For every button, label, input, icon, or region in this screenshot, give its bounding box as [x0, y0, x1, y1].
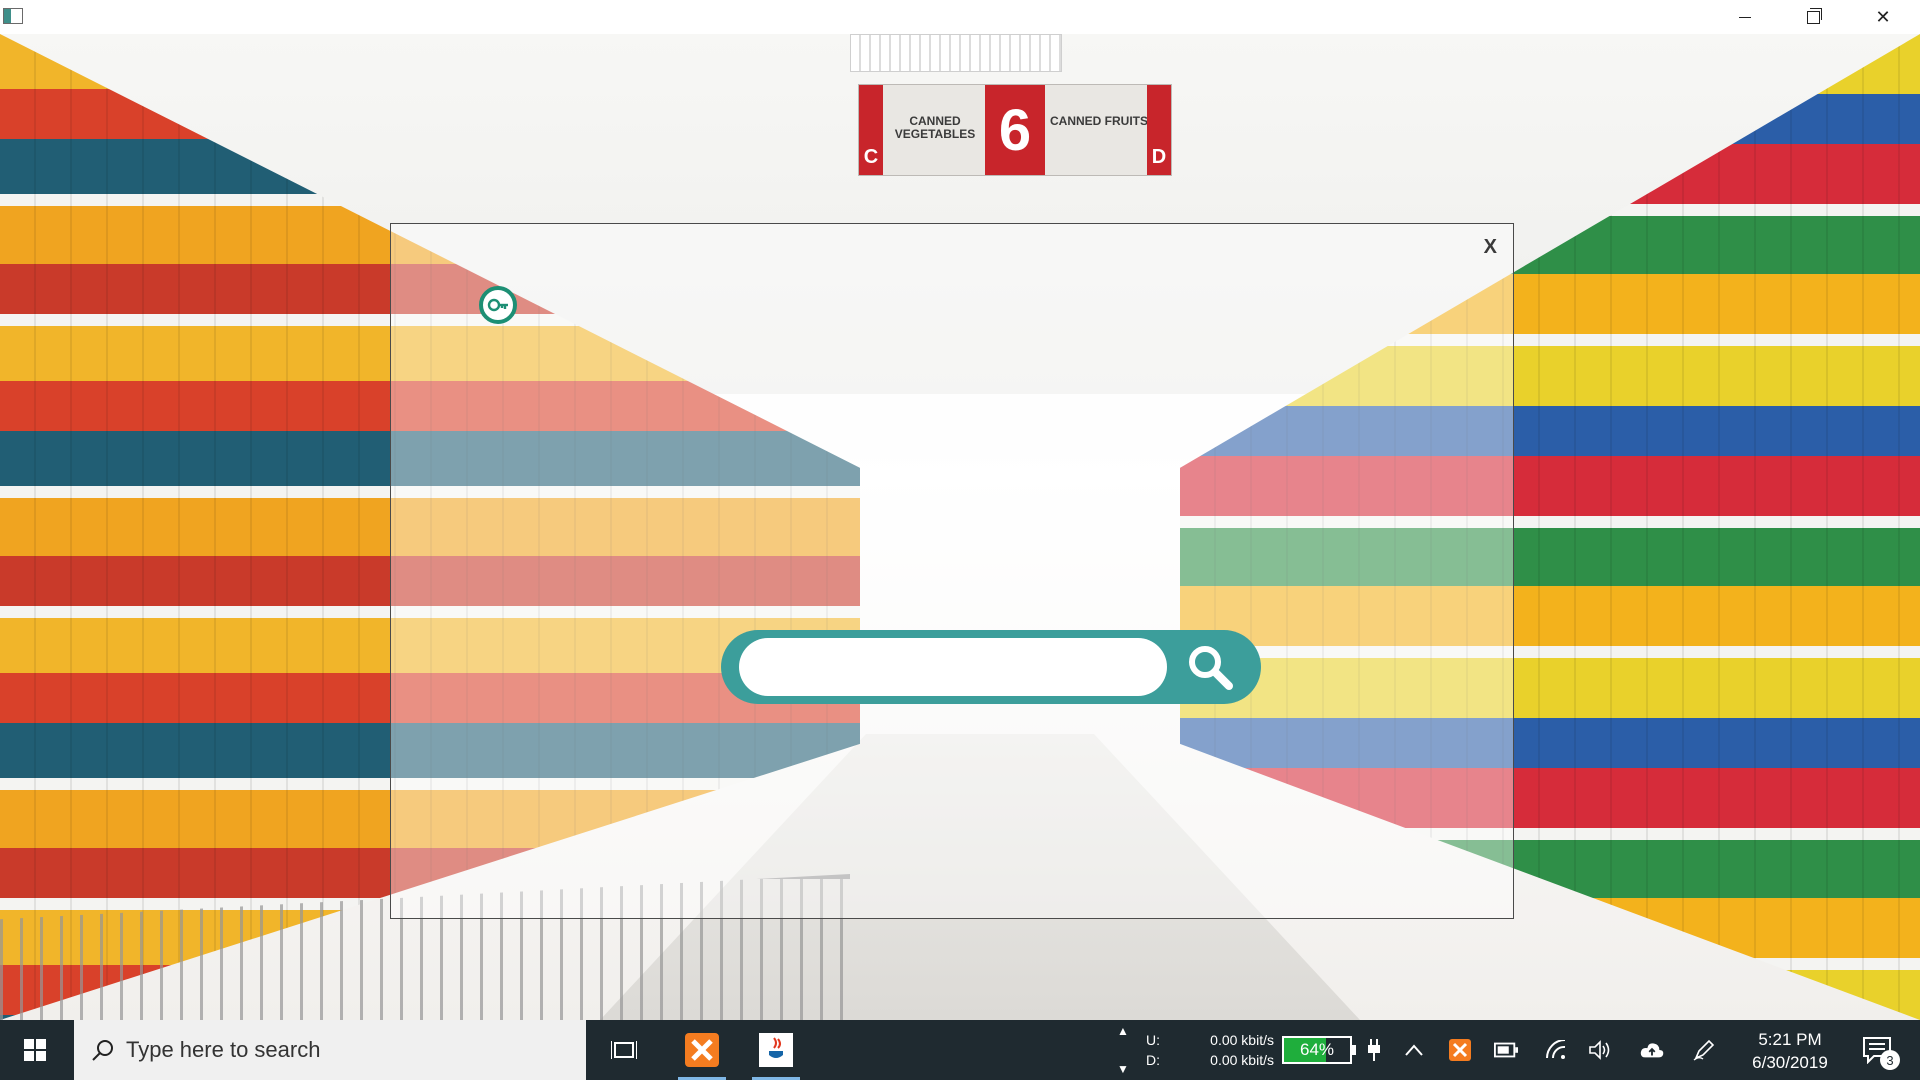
dialog-close-button[interactable]: X	[1484, 236, 1497, 259]
java-icon	[759, 1033, 793, 1067]
chevron-up-icon: ▲	[1117, 1024, 1129, 1038]
search-icon	[92, 1040, 113, 1061]
battery-tray-button[interactable]	[1494, 1038, 1518, 1062]
task-view-icon	[611, 1041, 637, 1059]
windows-ink-button[interactable]	[1692, 1038, 1716, 1062]
battery-meter: 64%	[1282, 1036, 1356, 1064]
search-bar	[721, 630, 1261, 704]
xampp-tray-icon	[1449, 1039, 1471, 1061]
minimize-icon	[1739, 16, 1751, 18]
taskbar-search-box[interactable]: Type here to search	[74, 1020, 586, 1080]
cloud-upload-icon	[1640, 1043, 1664, 1058]
taskbar-app-xampp[interactable]	[672, 1020, 732, 1080]
upload-label: U:	[1146, 1032, 1160, 1048]
close-window-button[interactable]: ✕	[1848, 0, 1918, 34]
aisle-sign-right-letter: D	[1147, 85, 1171, 175]
aisle-sign-left-letter: C	[859, 85, 883, 175]
taskbar-app-java[interactable]	[746, 1020, 806, 1080]
onedrive-button[interactable]	[1640, 1038, 1664, 1062]
restore-button[interactable]	[1778, 0, 1848, 34]
aisle-sign: C CANNED VEGETABLES 6 CANNED FRUITS D	[858, 84, 1172, 176]
download-label: D:	[1146, 1052, 1160, 1068]
search-icon	[1189, 646, 1233, 690]
xampp-icon	[685, 1033, 719, 1067]
volume-icon	[1589, 1040, 1610, 1060]
window-title-bar: ✕	[0, 0, 1920, 34]
power-plug-button[interactable]	[1362, 1038, 1386, 1062]
clock-date: 6/30/2019	[1752, 1053, 1828, 1072]
action-center-button[interactable]: 3	[1862, 1036, 1900, 1070]
taskbar-search-placeholder: Type here to search	[126, 1037, 321, 1062]
chevron-down-icon: ▼	[1117, 1062, 1129, 1076]
network-monitor: U: D: 0.00 kbit/s 0.00 kbit/s	[1146, 1030, 1274, 1070]
app-icon	[3, 8, 23, 24]
battery-nub	[1352, 1045, 1356, 1055]
taskbar-scroll[interactable]: ▲ ▼	[1114, 1024, 1132, 1076]
taskbar: Type here to search ▲ ▼ U: D: 0.00 kbit/…	[0, 1020, 1920, 1080]
notification-count-badge: 3	[1880, 1050, 1900, 1070]
aisle-sign-left-text: CANNED VEGETABLES	[894, 114, 976, 141]
battery-tray-icon	[1494, 1042, 1518, 1058]
download-speed: 0.00 kbit/s	[1210, 1052, 1274, 1068]
search-dialog: X	[390, 223, 1514, 919]
clock-time: 5:21 PM	[1758, 1030, 1822, 1049]
volume-button[interactable]	[1588, 1038, 1612, 1062]
pen-icon	[1693, 1039, 1715, 1061]
wifi-icon	[1546, 1040, 1566, 1059]
restore-icon	[1806, 7, 1822, 24]
start-button[interactable]	[0, 1020, 70, 1080]
ceiling-light	[850, 34, 1062, 72]
close-icon: ✕	[1875, 6, 1891, 27]
windows-logo-icon	[24, 1039, 46, 1061]
battery-percent: 64%	[1299, 1040, 1335, 1059]
aisle-sign-right-text: CANNED FRUITS	[1050, 114, 1148, 128]
search-input[interactable]	[739, 638, 1167, 696]
wifi-button[interactable]	[1544, 1038, 1568, 1062]
search-button[interactable]	[1175, 636, 1245, 698]
upload-speed: 0.00 kbit/s	[1210, 1032, 1274, 1048]
minimize-button[interactable]	[1710, 0, 1780, 34]
key-icon	[487, 298, 508, 312]
taskbar-clock[interactable]: 5:21 PM 6/30/2019	[1730, 1028, 1850, 1074]
aisle-sign-number: 6	[985, 85, 1045, 175]
task-view-button[interactable]	[596, 1020, 652, 1080]
login-key-button[interactable]	[479, 286, 517, 324]
show-hidden-icons-button[interactable]	[1402, 1038, 1426, 1062]
chevron-up-icon	[1405, 1044, 1423, 1056]
plug-icon	[1368, 1039, 1380, 1061]
xampp-tray-button[interactable]	[1448, 1038, 1472, 1062]
